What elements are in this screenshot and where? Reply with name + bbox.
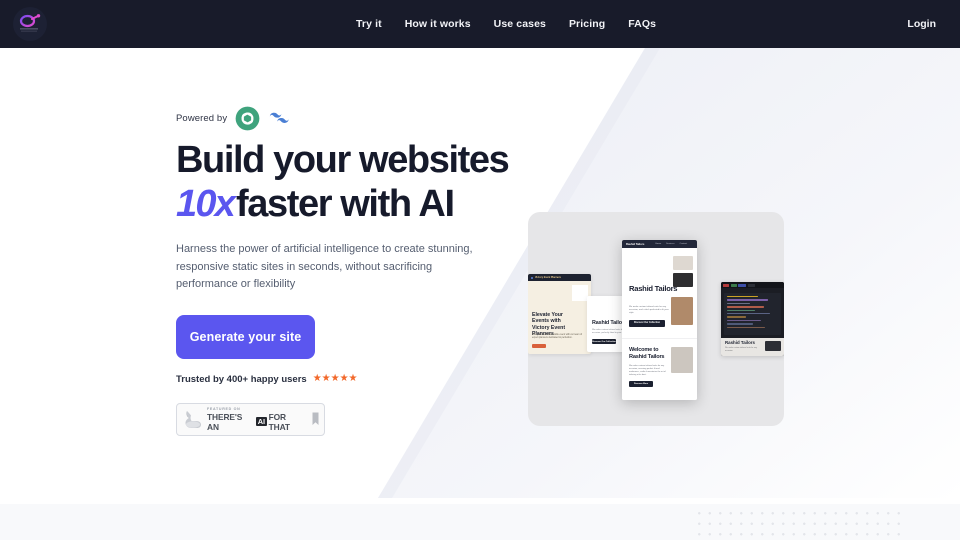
code-editor-body <box>724 293 781 335</box>
featured-badge-word-1: THERE'S AN <box>207 411 243 432</box>
phone-nav-home[interactable]: Home <box>655 243 661 245</box>
phone-image-lower <box>671 297 693 325</box>
tailwindcss-icon <box>270 112 289 123</box>
preview-card-code-editor[interactable]: Rashid Tailors We make custom tailored s… <box>721 282 784 356</box>
phone-nav-links: Home Services Contact <box>655 243 687 245</box>
powered-by-row: Powered by <box>176 104 521 132</box>
code-tab-red[interactable] <box>723 283 729 287</box>
page-root: Try it How it works Use cases Pricing FA… <box>0 0 960 540</box>
nav-link-try-it[interactable]: Try it <box>356 18 382 30</box>
code-editor-tabbar <box>721 282 784 288</box>
featured-on-badge[interactable]: FEATURED ON THERE'S AN AI FOR THAT <box>176 402 325 436</box>
phone-welcome-section: Welcome to Rashid Tailors We make custom… <box>622 338 697 400</box>
headline-line-1: Build your websites <box>176 139 510 181</box>
code-tab-grey[interactable] <box>747 283 755 287</box>
code-editor-preview-footer: Rashid Tailors We make custom tailored s… <box>721 338 784 356</box>
phone-nav-services[interactable]: Services <box>666 243 674 245</box>
trust-text: Trusted by 400+ happy users <box>176 373 307 385</box>
nav-links: Try it How it works Use cases Pricing FA… <box>356 0 656 48</box>
featured-badge-ai-tag: AI <box>255 416 268 427</box>
flexed-arm-icon <box>185 411 201 428</box>
nav-link-how-it-works[interactable]: How it works <box>405 18 471 30</box>
phone-hero-paragraph: We make custom tailored suits for any oc… <box>629 306 669 315</box>
nav-link-use-cases[interactable]: Use cases <box>494 18 546 30</box>
trust-row: Trusted by 400+ happy users ★★★★★ <box>176 374 521 385</box>
cream-card-navbar: Victory Event Planners <box>528 274 591 281</box>
code-editor-image <box>765 341 781 351</box>
hero-content: Powered by Build your websites 10xfaster… <box>176 104 521 436</box>
cream-card-brand: Victory Event Planners <box>535 276 561 279</box>
cream-card-button[interactable] <box>532 344 546 348</box>
phone-welcome-image <box>671 347 693 373</box>
preview-card-rashid-mobile[interactable]: Rashid Tailors Home Services Contact Ras… <box>622 240 697 400</box>
nav-link-pricing[interactable]: Pricing <box>569 18 605 30</box>
cream-card-image <box>572 285 588 301</box>
phone-welcome-paragraph: We make custom tailored suits for any oc… <box>629 365 666 376</box>
code-editor-paragraph: We make custom tailored suits for any oc… <box>725 347 758 352</box>
site-previews-panel: Victory Event Planners Elevate Your Even… <box>528 212 784 426</box>
phone-hero-heading: Rashid Tailors <box>629 284 678 293</box>
page-title: Build your websites 10xfaster with AI <box>176 138 521 226</box>
headline-accent-10x: 10x <box>176 183 236 225</box>
headline-line-2: faster with AI <box>236 183 455 225</box>
phone-nav-contact[interactable]: Contact <box>680 243 688 245</box>
phone-welcome-button[interactable]: Discover More <box>629 381 653 387</box>
phone-hero-button[interactable]: Discover Our Collection <box>629 320 665 327</box>
phone-image-top <box>673 256 693 270</box>
brand-logo-icon <box>19 14 41 32</box>
code-tab-green[interactable] <box>730 283 737 287</box>
phone-navbar: Rashid Tailors Home Services Contact <box>622 240 697 248</box>
preview-card-victory-events[interactable]: Victory Event Planners Elevate Your Even… <box>528 274 591 354</box>
phone-welcome-heading: Welcome to Rashid Tailors <box>629 347 665 360</box>
hero-subtext: Harness the power of artificial intellig… <box>176 243 473 290</box>
login-button[interactable]: Login <box>907 0 936 48</box>
nav-link-faqs[interactable]: FAQs <box>628 18 656 30</box>
cream-card-logo-icon <box>531 276 533 279</box>
code-tab-blue[interactable] <box>738 283 746 287</box>
featured-badge-eyebrow: FEATURED ON <box>207 406 241 411</box>
white-card-button[interactable]: Discover Our Collection <box>592 339 616 344</box>
star-rating-icon: ★★★★★ <box>312 373 358 384</box>
featured-badge-word-2: FOR THAT <box>268 411 290 432</box>
powered-by-label: Powered by <box>176 112 228 124</box>
cream-card-paragraph: Plan your next memorable event with our … <box>532 334 583 340</box>
phone-brand: Rashid Tailors <box>626 242 645 246</box>
brand-logo[interactable] <box>13 7 47 41</box>
dot-grid-pattern <box>694 508 904 536</box>
openai-icon <box>235 106 260 130</box>
featured-badge-text: FEATURED ON THERE'S AN AI FOR THAT <box>207 407 308 432</box>
bookmark-icon <box>312 412 319 425</box>
bottom-band <box>0 504 960 540</box>
navbar: Try it How it works Use cases Pricing FA… <box>0 0 960 48</box>
code-editor-heading: Rashid Tailors <box>725 340 755 345</box>
generate-your-site-button[interactable]: Generate your site <box>176 314 315 359</box>
